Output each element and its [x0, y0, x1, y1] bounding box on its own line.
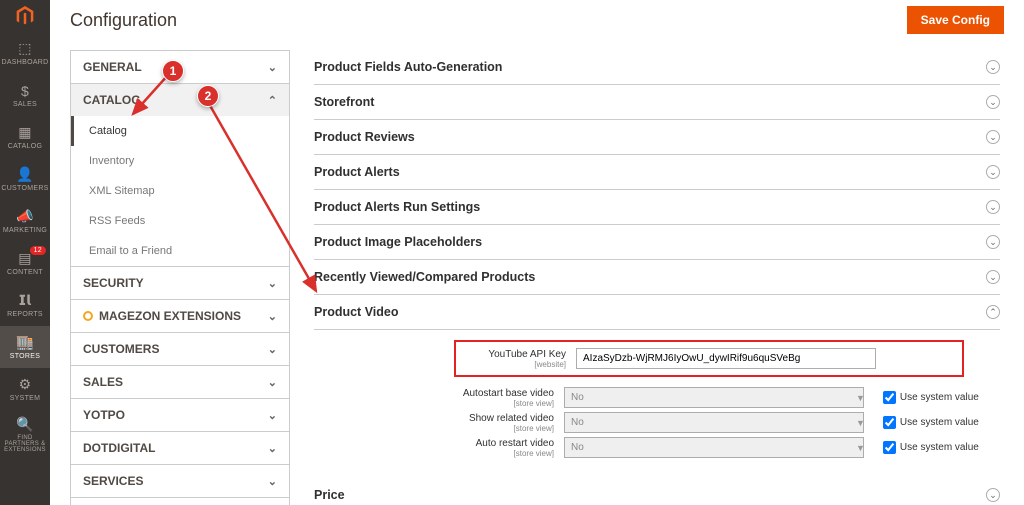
nav-sales[interactable]: $SALES	[0, 74, 50, 116]
admin-sidebar: ⬚DASHBOARD $SALES ▦CATALOG 👤CUSTOMERS 📣M…	[0, 0, 50, 505]
nav-partners[interactable]: 🔍FIND PARTNERS & EXTENSIONS	[0, 410, 50, 458]
autostart-sysval[interactable]: Use system value	[883, 391, 979, 404]
tab-services[interactable]: SERVICES⌄	[70, 464, 290, 497]
section-placeholders[interactable]: Product Image Placeholders⌄	[314, 225, 1000, 260]
nav-customers[interactable]: 👤CUSTOMERS	[0, 158, 50, 200]
related-select	[564, 412, 864, 433]
youtube-api-key-label: YouTube API Key[website]	[466, 349, 566, 369]
section-storefront[interactable]: Storefront⌄	[314, 85, 1000, 120]
chevron-down-icon: ⌄	[268, 442, 277, 455]
expand-icon: ⌄	[986, 95, 1000, 109]
nav-catalog[interactable]: ▦CATALOG	[0, 116, 50, 158]
subtab-inventory[interactable]: Inventory	[71, 146, 289, 176]
magento-logo[interactable]	[0, 0, 50, 32]
nav-system[interactable]: ⚙SYSTEM	[0, 368, 50, 410]
section-alerts-run[interactable]: Product Alerts Run Settings⌄	[314, 190, 1000, 225]
chevron-down-icon: ⌄	[268, 61, 277, 74]
subtab-rss-feeds[interactable]: RSS Feeds	[71, 206, 289, 236]
subtab-email-friend[interactable]: Email to a Friend	[71, 236, 289, 266]
chevron-down-icon: ▼	[856, 418, 865, 428]
restart-row: Auto restart video[store view] ▼ Use sys…	[454, 437, 1000, 458]
sales-icon: $	[21, 83, 29, 99]
save-config-button[interactable]: Save Config	[907, 6, 1004, 34]
content-badge: 12	[30, 246, 46, 255]
settings-panel: Product Fields Auto-Generation⌄ Storefro…	[314, 50, 1004, 505]
autostart-select	[564, 387, 864, 408]
product-video-body: YouTube API Key[website] Autostart base …	[314, 330, 1000, 478]
expand-icon: ⌄	[986, 488, 1000, 502]
config-sidebar: GENERAL⌄ CATALOG⌃ Catalog Inventory XML …	[70, 50, 290, 505]
tab-sales[interactable]: SALES⌄	[70, 365, 290, 398]
chevron-up-icon: ⌃	[268, 94, 277, 107]
chevron-down-icon: ⌄	[268, 409, 277, 422]
restart-sysval[interactable]: Use system value	[883, 441, 979, 454]
collapse-icon: ⌃	[986, 305, 1000, 319]
expand-icon: ⌄	[986, 130, 1000, 144]
chevron-down-icon: ▼	[856, 393, 865, 403]
stores-icon: 🏬	[16, 334, 34, 351]
tab-catalog[interactable]: CATALOG⌃	[70, 83, 290, 116]
tab-yotpo[interactable]: YOTPO⌄	[70, 398, 290, 431]
system-icon: ⚙	[19, 376, 32, 393]
partners-icon: 🔍	[16, 416, 34, 433]
tab-security[interactable]: SECURITY⌄	[70, 266, 290, 299]
chevron-down-icon: ⌄	[268, 310, 277, 323]
expand-icon: ⌄	[986, 165, 1000, 179]
page-title: Configuration	[70, 10, 177, 31]
nav-marketing[interactable]: 📣MARKETING	[0, 200, 50, 242]
section-reviews[interactable]: Product Reviews⌄	[314, 120, 1000, 155]
section-price[interactable]: Price⌄	[314, 478, 1000, 505]
expand-icon: ⌄	[986, 60, 1000, 74]
related-row: Show related video[store view] ▼ Use sys…	[454, 412, 1000, 433]
restart-select	[564, 437, 864, 458]
chevron-down-icon: ⌄	[268, 343, 277, 356]
customers-icon: 👤	[16, 166, 34, 183]
tab-general[interactable]: GENERAL⌄	[70, 50, 290, 83]
related-sysval[interactable]: Use system value	[883, 416, 979, 429]
subtab-catalog[interactable]: Catalog	[71, 116, 289, 146]
catalog-icon: ▦	[18, 124, 32, 141]
youtube-api-key-highlight: YouTube API Key[website]	[454, 340, 964, 377]
section-product-video[interactable]: Product Video⌃	[314, 295, 1000, 330]
expand-icon: ⌄	[986, 235, 1000, 249]
section-alerts[interactable]: Product Alerts⌄	[314, 155, 1000, 190]
chevron-down-icon: ⌄	[268, 277, 277, 290]
reports-icon: 𝗜𝗹	[19, 292, 32, 309]
tab-dotdigital[interactable]: DOTDIGITAL⌄	[70, 431, 290, 464]
page-header: Configuration Save Config	[50, 0, 1024, 40]
content-row: GENERAL⌄ CATALOG⌃ Catalog Inventory XML …	[50, 40, 1024, 505]
nav-dashboard[interactable]: ⬚DASHBOARD	[0, 32, 50, 74]
youtube-api-key-input[interactable]	[576, 348, 876, 369]
main-area: Configuration Save Config GENERAL⌄ CATAL…	[50, 0, 1024, 505]
section-recently[interactable]: Recently Viewed/Compared Products⌄	[314, 260, 1000, 295]
tab-customers[interactable]: CUSTOMERS⌄	[70, 332, 290, 365]
catalog-subitems: Catalog Inventory XML Sitemap RSS Feeds …	[70, 116, 290, 266]
chevron-down-icon: ▼	[856, 443, 865, 453]
section-auto-generation[interactable]: Product Fields Auto-Generation⌄	[314, 50, 1000, 85]
marketing-icon: 📣	[16, 208, 34, 225]
autostart-row: Autostart base video[store view] ▼ Use s…	[454, 387, 1000, 408]
nav-stores[interactable]: 🏬STORES	[0, 326, 50, 368]
expand-icon: ⌄	[986, 270, 1000, 284]
nav-content[interactable]: ▤CONTENT12	[0, 242, 50, 284]
nav-reports[interactable]: 𝗜𝗹REPORTS	[0, 284, 50, 326]
magezon-icon	[83, 311, 93, 321]
tab-advanced[interactable]: ADVANCED⌄	[70, 497, 290, 505]
dashboard-icon: ⬚	[18, 40, 32, 57]
subtab-xml-sitemap[interactable]: XML Sitemap	[71, 176, 289, 206]
chevron-down-icon: ⌄	[268, 475, 277, 488]
expand-icon: ⌄	[986, 200, 1000, 214]
tab-magezon[interactable]: MAGEZON EXTENSIONS⌄	[70, 299, 290, 332]
chevron-down-icon: ⌄	[268, 376, 277, 389]
